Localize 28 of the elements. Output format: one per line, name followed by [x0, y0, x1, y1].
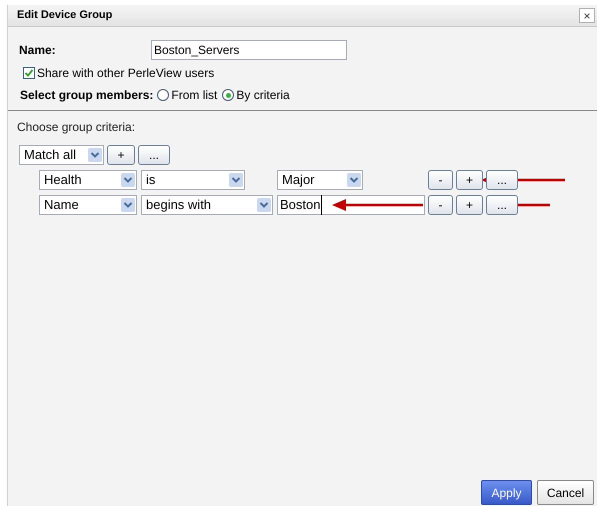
criteria-label: Choose group criteria: — [17, 119, 136, 136]
small-button[interactable]: ... — [486, 195, 518, 215]
small-button[interactable]: + — [456, 195, 483, 215]
radio-label: From list — [171, 87, 218, 104]
radio-label: By criteria — [236, 87, 290, 104]
name-label: Name: — [19, 42, 57, 59]
small-button[interactable]: + — [107, 145, 135, 165]
radio-button[interactable] — [157, 89, 170, 101]
criteria-select[interactable]: Health — [39, 170, 137, 190]
small-button[interactable]: - — [428, 195, 453, 215]
share-checkbox[interactable] — [23, 67, 35, 79]
small-button[interactable]: ... — [486, 170, 518, 190]
radio-button[interactable] — [222, 89, 234, 101]
small-button[interactable]: + — [456, 170, 483, 190]
window-title: Edit Device Group — [17, 8, 112, 24]
members-label: Select group members: — [20, 87, 154, 104]
criteria-select[interactable]: Name — [39, 195, 137, 215]
criteria-select[interactable]: is — [141, 170, 245, 190]
small-button[interactable]: - — [428, 170, 453, 190]
criteria-select[interactable]: begins with — [141, 195, 273, 215]
criteria-select[interactable]: Major — [277, 170, 363, 190]
match-select[interactable]: Match all — [19, 145, 104, 165]
small-button[interactable]: ... — [138, 145, 170, 165]
cancel-button[interactable]: Cancel — [537, 480, 594, 505]
share-label: Share with other PerleView users — [37, 65, 214, 82]
apply-button[interactable]: Apply — [481, 480, 532, 505]
name-field[interactable]: Boston_Servers — [151, 40, 347, 60]
close-button[interactable]: × — [579, 8, 595, 23]
